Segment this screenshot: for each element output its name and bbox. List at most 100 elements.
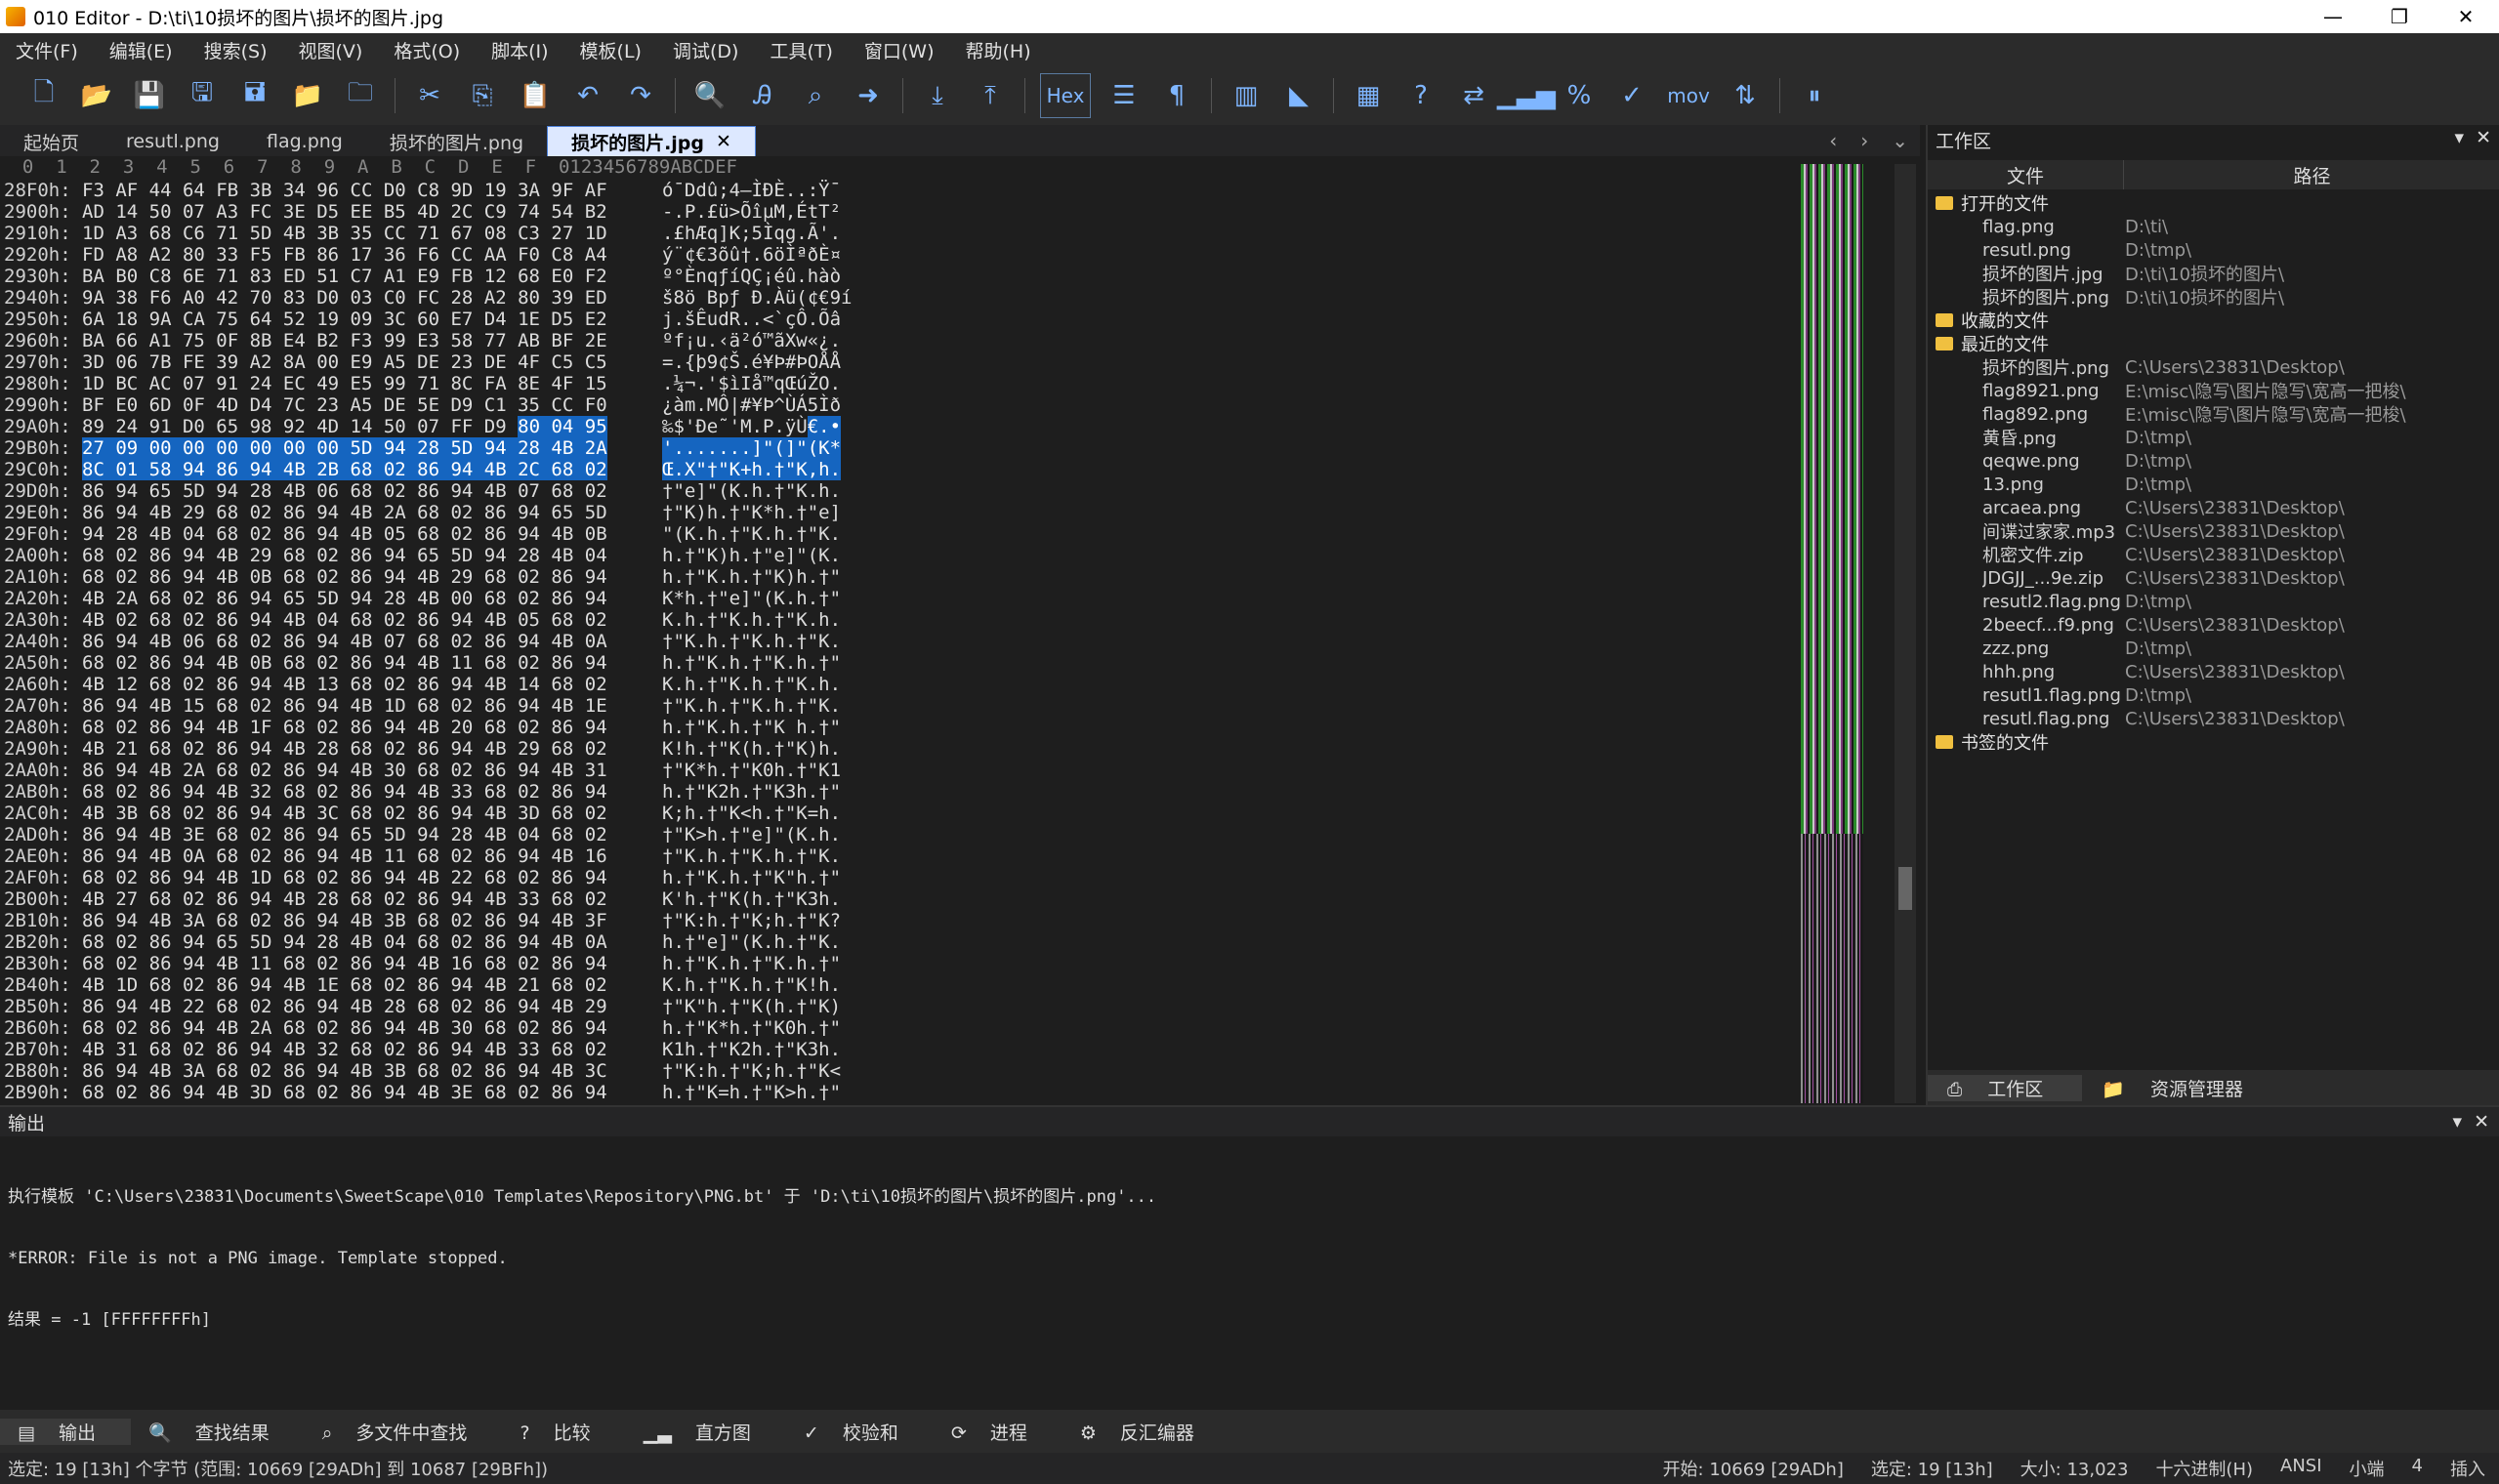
tab-prev-icon[interactable]: ‹ [1829, 129, 1837, 152]
tab-start-page[interactable]: 起始页 [0, 127, 103, 156]
hex-ascii[interactable]: †"K"h.†"K(h.†"K) [662, 996, 857, 1017]
table-row[interactable]: 2A20h: 4B 2A 68 02 86 94 65 5D 94 28 4B 0… [0, 588, 857, 609]
hex-ascii[interactable]: h.†"e]"(K.h.†"K. [662, 931, 857, 953]
show-whitespace-icon[interactable]: ¶ [1157, 76, 1196, 115]
compare-icon[interactable]: ⇄ [1454, 76, 1493, 115]
base-converter-icon[interactable]: ⇅ [1726, 76, 1765, 115]
hex-ascii[interactable]: Œ.X"†"K+h.†"K,h. [662, 459, 857, 480]
hex-ascii[interactable]: K*h.†"e]"(K.h.†" [662, 588, 857, 609]
hex-bytes[interactable]: 86 94 4B 3E 68 02 86 94 65 5D 94 28 4B 0… [82, 824, 645, 845]
table-row[interactable]: 2AC0h: 4B 3B 68 02 86 94 4B 3C 68 02 86 9… [0, 803, 857, 824]
table-row[interactable]: 2AA0h: 86 94 4B 2A 68 02 86 94 4B 30 68 0… [0, 760, 857, 781]
hex-bytes[interactable]: 68 02 86 94 4B 2A 68 02 86 94 4B 30 68 0… [82, 1017, 645, 1039]
hex-bytes[interactable]: 68 02 86 94 4B 11 68 02 86 94 4B 16 68 0… [82, 953, 645, 974]
open-workspace-icon[interactable]: 🗀 [341, 76, 380, 115]
hex-bytes[interactable]: 86 94 4B 06 68 02 86 94 4B 07 68 02 86 9… [82, 631, 645, 652]
tab-resutl-png[interactable]: resutl.png [103, 127, 243, 156]
table-row[interactable]: 2910h: 1D A3 68 C6 71 5D 4B 3B 35 CC 71 6… [0, 223, 857, 244]
hex-bytes[interactable]: 89 24 91 D0 65 98 92 4D 14 50 07 FF D9 8… [82, 416, 645, 437]
hex-bytes[interactable]: 94 28 4B 04 68 02 86 94 4B 05 68 02 86 9… [82, 523, 645, 545]
status-insert[interactable]: 插入 [2450, 1456, 2485, 1481]
hex-ascii[interactable]: º°ÈnqƒíQÇ¡éû.hàò [662, 266, 857, 287]
columns-icon[interactable]: ▥ [1227, 76, 1266, 115]
hex-bytes[interactable]: 4B 3B 68 02 86 94 4B 3C 68 02 86 94 4B 3… [82, 803, 645, 824]
hex-bytes[interactable]: F3 AF 44 64 FB 3B 34 96 CC D0 C8 9D 19 3… [82, 180, 645, 201]
paste-icon[interactable]: 📋 [516, 76, 555, 115]
checksum-icon[interactable]: ✓ [1612, 76, 1651, 115]
list-item[interactable]: 损坏的图片.jpg D:\ti\10损坏的图片\ [1928, 262, 2499, 285]
table-row[interactable]: 2900h: AD 14 50 07 A3 FC 3E D5 EE B5 4D 2… [0, 201, 857, 223]
run-template-icon[interactable]: ⤒ [971, 76, 1010, 115]
hex-ascii[interactable]: †"K.h.†"K.h.†"K. [662, 631, 857, 652]
disassembler-button[interactable]: mov [1665, 76, 1712, 115]
list-item[interactable]: qeqwe.png D:\tmp\ [1928, 449, 2499, 473]
hex-ascii[interactable]: =.{þ9¢Š.é¥Þ#ÞOÅÅ [662, 351, 857, 373]
hex-bytes[interactable]: 68 02 86 94 4B 0B 68 02 86 94 4B 11 68 0… [82, 652, 645, 674]
hex-ascii[interactable]: K.h.†"K.h.†"K!h. [662, 974, 857, 996]
highlight-icon[interactable]: ◣ [1279, 76, 1318, 115]
menu-format[interactable]: 格式(O) [378, 37, 476, 63]
new-file-icon[interactable]: 🗋 [24, 76, 63, 115]
table-row[interactable]: 2970h: 3D 06 7B FE 39 A2 8A 00 E9 A5 DE 2… [0, 351, 857, 373]
hex-bytes[interactable]: BA B0 C8 6E 71 83 ED 51 C7 A1 E9 FB 12 6… [82, 266, 645, 287]
menu-window[interactable]: 窗口(W) [849, 37, 950, 63]
hex-ascii[interactable]: ¿àm.MÔ|#¥Þ^ÙÁ5Ìð [662, 394, 857, 416]
hex-ascii[interactable]: ‰$'Ðe˜'M.P.ÿÙ€.• [662, 416, 857, 437]
edit-as-icon[interactable]: ☰ [1104, 76, 1144, 115]
menu-script[interactable]: 脚本(I) [476, 37, 563, 63]
list-item[interactable]: zzz.png D:\tmp\ [1928, 637, 2499, 660]
close-tab-icon[interactable]: ✕ [716, 131, 731, 152]
tab-workspace[interactable]: ⎙ 工作区 [1928, 1074, 2083, 1101]
table-row[interactable]: 2A00h: 68 02 86 94 4B 29 68 02 86 94 65 5… [0, 545, 857, 566]
table-row[interactable]: 2B40h: 4B 1D 68 02 86 94 4B 1E 68 02 86 9… [0, 974, 857, 996]
table-row[interactable]: 2B30h: 68 02 86 94 4B 11 68 02 86 94 4B 1… [0, 953, 857, 974]
percent-icon[interactable]: % [1560, 76, 1599, 115]
menu-edit[interactable]: 编辑(E) [94, 37, 188, 63]
hex-ascii[interactable]: ºf¡u.‹ä²ó™ãXw«¿. [662, 330, 857, 351]
hex-ascii[interactable]: h.†"K.h.†"K.h.†" [662, 652, 857, 674]
table-row[interactable]: 2980h: 1D BC AC 07 91 24 EC 49 E5 99 71 8… [0, 373, 857, 394]
close-icon[interactable]: ✕ [2474, 1111, 2489, 1133]
hex-bytes[interactable]: 68 02 86 94 4B 1D 68 02 86 94 4B 22 68 0… [82, 867, 645, 888]
hex-bytes[interactable]: 86 94 4B 2A 68 02 86 94 4B 30 68 02 86 9… [82, 760, 645, 781]
tab-output[interactable]: ▤ 输出 [0, 1418, 132, 1445]
list-item[interactable]: 黄昏.png D:\tmp\ [1928, 426, 2499, 450]
table-row[interactable]: 2A50h: 68 02 86 94 4B 0B 68 02 86 94 4B 1… [0, 652, 857, 674]
list-item[interactable]: JDGJJ_...9e.zip C:\Users\23831\Desktop\ [1928, 566, 2499, 590]
tab-next-icon[interactable]: › [1860, 129, 1868, 152]
table-row[interactable]: 2B80h: 86 94 4B 3A 68 02 86 94 4B 3B 68 0… [0, 1060, 857, 1082]
hex-bytes[interactable]: 1D BC AC 07 91 24 EC 49 E5 99 71 8C FA 8… [82, 373, 645, 394]
status-size[interactable]: 大小: 13,023 [2020, 1456, 2129, 1481]
tab-find-results[interactable]: 🔍 查找结果 [131, 1419, 305, 1445]
hex-bytes[interactable]: 4B 12 68 02 86 94 4B 13 68 02 86 94 4B 1… [82, 674, 645, 695]
close-icon[interactable]: ✕ [2476, 127, 2491, 148]
hex-ascii[interactable]: ý¨¢€3õû†.6öÌªðÈ¤ [662, 244, 857, 266]
tab-compare[interactable]: ? 比较 [502, 1419, 625, 1445]
table-row[interactable]: 2B20h: 68 02 86 94 65 5D 94 28 4B 04 68 0… [0, 931, 857, 953]
hex-bytes[interactable]: 86 94 4B 3A 68 02 86 94 4B 3B 68 02 86 9… [82, 910, 645, 931]
table-row[interactable]: 2A10h: 68 02 86 94 4B 0B 68 02 86 94 4B 2… [0, 566, 857, 588]
hex-ascii[interactable]: K.h.†"K.h.†"K.h. [662, 674, 857, 695]
list-item[interactable]: 2beecf...f9.png C:\Users\23831\Desktop\ [1928, 613, 2499, 637]
menu-file[interactable]: 文件(F) [0, 37, 94, 63]
table-row[interactable]: 2930h: BA B0 C8 6E 71 83 ED 51 C7 A1 E9 F… [0, 266, 857, 287]
tab-damaged-jpg[interactable]: 损坏的图片.jpg ✕ [547, 126, 756, 156]
tab-find-in-files[interactable]: ⌕ 多文件中查找 [305, 1419, 503, 1445]
list-item[interactable]: 损坏的图片.png C:\Users\23831\Desktop\ [1928, 355, 2499, 380]
tab-disassembler[interactable]: ⚙ 反汇编器 [1062, 1419, 1229, 1445]
cut-icon[interactable]: ✂ [410, 76, 449, 115]
hex-rows[interactable]: 28F0h: F3 AF 44 64 FB 3B 34 96 CC D0 C8 9… [0, 180, 857, 1103]
column-path[interactable]: 路径 [2124, 160, 2499, 189]
hex-ascii[interactable]: h.†"K)h.†"e]"(K. [662, 545, 857, 566]
status-selected[interactable]: 选定: 19 [13h] [1871, 1456, 1993, 1481]
hex-bytes[interactable]: FD A8 A2 80 33 F5 FB 86 17 36 F6 CC AA F… [82, 244, 645, 266]
hex-ascii[interactable]: .£hÆq]K;5Ìqg.Ã'. [662, 223, 857, 244]
table-row[interactable]: 2AD0h: 86 94 4B 3E 68 02 86 94 65 5D 94 2… [0, 824, 857, 845]
workspace-group[interactable]: 书签的文件 [1928, 730, 2499, 754]
hex-bytes[interactable]: 68 02 86 94 4B 3D 68 02 86 94 4B 3E 68 0… [82, 1082, 645, 1103]
table-row[interactable]: 2960h: BA 66 A1 75 0F 8B E4 B2 F3 99 E3 5… [0, 330, 857, 351]
tab-process[interactable]: ⟳ 进程 [934, 1419, 1062, 1445]
list-item[interactable]: 13.png D:\tmp\ [1928, 473, 2499, 496]
hex-ascii[interactable]: h.†"K.h.†"K"h.†" [662, 867, 857, 888]
table-row[interactable]: 29D0h: 86 94 65 5D 94 28 4B 06 68 02 86 9… [0, 480, 857, 502]
